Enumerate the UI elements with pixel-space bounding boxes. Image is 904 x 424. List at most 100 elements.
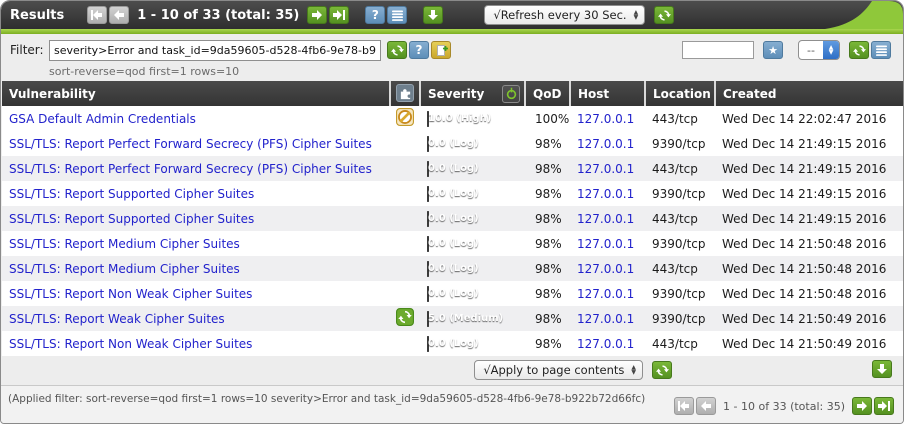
last-page-button[interactable] <box>874 397 894 415</box>
column-header-host[interactable]: Host <box>570 81 645 106</box>
apply-refresh-button[interactable] <box>652 361 672 379</box>
location-value: 443/tcp <box>652 162 698 176</box>
host-link[interactable]: 127.0.0.1 <box>577 337 634 351</box>
vulnerability-link[interactable]: SSL/TLS: Report Supported Cipher Suites <box>9 187 254 201</box>
apply-to-page-select[interactable]: √Apply to page contents ▲▼ <box>474 360 643 380</box>
select-stepper-icon: ▲▼ <box>631 365 636 375</box>
first-page-button[interactable] <box>674 397 694 415</box>
list-view-button[interactable] <box>387 6 407 24</box>
puzzle-icon <box>399 87 412 100</box>
last-page-button[interactable] <box>329 6 349 24</box>
overrides-toggle-button[interactable] <box>502 85 520 103</box>
column-header-severity[interactable]: Severity <box>420 81 525 106</box>
first-page-button[interactable] <box>87 6 107 24</box>
qod-value: 98% <box>535 237 562 251</box>
arrow-bar-left-icon <box>678 400 690 412</box>
new-filter-icon <box>435 44 448 57</box>
solution-type-cell <box>390 281 420 306</box>
next-page-button[interactable] <box>852 397 872 415</box>
arrow-bar-left-icon <box>91 9 103 21</box>
qod-value: 98% <box>535 312 562 326</box>
header-corner-swoosh <box>825 1 903 29</box>
host-link[interactable]: 127.0.0.1 <box>577 262 634 276</box>
workaround-icon <box>396 108 414 126</box>
help-button[interactable]: ? <box>365 6 385 24</box>
table-row: SSL/TLS: Report Non Weak Cipher Suites 0… <box>2 281 904 306</box>
table-row: SSL/TLS: Report Medium Cipher Suites 0.0… <box>2 231 904 256</box>
solution-type-cell <box>390 306 420 331</box>
saved-filters-value: -- <box>799 41 823 59</box>
arrow-left-icon <box>113 9 125 21</box>
footer-pagination-text: 1 - 10 of 33 (total: 35) <box>723 400 845 413</box>
apply-saved-filter-button[interactable] <box>849 41 869 59</box>
created-value: Wed Dec 14 21:49:15 2016 <box>722 212 886 226</box>
vulnerability-link[interactable]: GSA Default Admin Credentials <box>9 112 196 126</box>
refresh-interval-select[interactable]: √Refresh every 30 Sec. ▲▼ <box>484 5 645 25</box>
filter-label: Filter: <box>10 43 44 57</box>
column-header-solution-type[interactable] <box>390 81 420 106</box>
severity-bar: 10.0 (High) <box>427 111 429 127</box>
column-header-qod[interactable]: QoD <box>525 81 570 106</box>
created-value: Wed Dec 14 21:50:49 2016 <box>722 337 886 351</box>
vulnerability-link[interactable]: SSL/TLS: Report Non Weak Cipher Suites <box>9 337 252 351</box>
table-row: SSL/TLS: Report Non Weak Cipher Suites 0… <box>2 331 904 356</box>
severity-bar: 0.0 (Log) <box>427 336 429 352</box>
update-filter-button[interactable] <box>387 41 407 59</box>
results-table: Vulnerability Severity <box>2 81 904 356</box>
vulnerability-link[interactable]: SSL/TLS: Report Perfect Forward Secrecy … <box>9 137 372 151</box>
select-stepper-icon: ▲▼ <box>823 41 839 59</box>
filters-list-button[interactable] <box>871 41 891 59</box>
vulnerability-link[interactable]: SSL/TLS: Report Perfect Forward Secrecy … <box>9 162 372 176</box>
column-header-created[interactable]: Created <box>715 81 904 106</box>
page-title: Results <box>10 8 64 23</box>
vulnerability-link[interactable]: SSL/TLS: Report Medium Cipher Suites <box>9 262 240 276</box>
saved-filters-select[interactable]: -- ▲▼ <box>798 40 840 60</box>
next-page-button[interactable] <box>307 6 327 24</box>
refresh-icon <box>391 44 404 57</box>
severity-bar: 0.0 (Log) <box>427 186 429 202</box>
table-row: SSL/TLS: Report Weak Cipher Suites 5.0 (… <box>2 306 904 331</box>
qod-value: 98% <box>535 212 562 226</box>
column-header-location[interactable]: Location <box>645 81 715 106</box>
power-override-icon <box>505 87 518 100</box>
vulnerability-link[interactable]: SSL/TLS: Report Medium Cipher Suites <box>9 237 240 251</box>
vulnerability-link[interactable]: SSL/TLS: Report Supported Cipher Suites <box>9 212 254 226</box>
host-link[interactable]: 127.0.0.1 <box>577 187 634 201</box>
filter-help-button[interactable]: ? <box>409 41 429 59</box>
filter-input[interactable] <box>49 40 381 61</box>
qod-value: 98% <box>535 262 562 276</box>
applied-filter-text: (Applied filter: sort-reverse=qod first=… <box>8 393 645 405</box>
save-filter-name-input[interactable] <box>682 41 754 59</box>
severity-bar: 0.0 (Log) <box>427 161 429 177</box>
solution-type-header-button[interactable] <box>396 84 414 102</box>
host-link[interactable]: 127.0.0.1 <box>577 212 634 226</box>
created-value: Wed Dec 14 21:50:48 2016 <box>722 237 886 251</box>
host-link[interactable]: 127.0.0.1 <box>577 237 634 251</box>
download-page-button[interactable] <box>872 360 892 378</box>
host-link[interactable]: 127.0.0.1 <box>577 137 634 151</box>
host-link[interactable]: 127.0.0.1 <box>577 112 634 126</box>
column-header-vulnerability[interactable]: Vulnerability <box>2 81 390 106</box>
table-row: SSL/TLS: Report Medium Cipher Suites 0.0… <box>2 256 904 281</box>
created-value: Wed Dec 14 22:02:47 2016 <box>722 112 886 126</box>
host-link[interactable]: 127.0.0.1 <box>577 162 634 176</box>
previous-page-button[interactable] <box>109 6 129 24</box>
refresh-now-button[interactable] <box>654 6 674 24</box>
severity-bar: 0.0 (Log) <box>427 236 429 252</box>
created-value: Wed Dec 14 21:49:15 2016 <box>722 137 886 151</box>
new-filter-button[interactable] <box>431 41 451 59</box>
host-link[interactable]: 127.0.0.1 <box>577 287 634 301</box>
list-icon <box>876 45 887 56</box>
table-row: SSL/TLS: Report Perfect Forward Secrecy … <box>2 156 904 181</box>
download-button[interactable] <box>423 6 443 24</box>
solution-type-cell <box>390 156 420 181</box>
vulnerability-link[interactable]: SSL/TLS: Report Non Weak Cipher Suites <box>9 287 252 301</box>
arrow-right-icon <box>311 9 323 21</box>
vulnerability-link[interactable]: SSL/TLS: Report Weak Cipher Suites <box>9 312 225 326</box>
arrow-bar-right-icon <box>878 400 890 412</box>
host-link[interactable]: 127.0.0.1 <box>577 312 634 326</box>
refresh-icon <box>656 364 669 377</box>
previous-page-button[interactable] <box>696 397 716 415</box>
created-value: Wed Dec 14 21:50:48 2016 <box>722 287 886 301</box>
save-filter-button[interactable]: ★ <box>763 41 783 59</box>
